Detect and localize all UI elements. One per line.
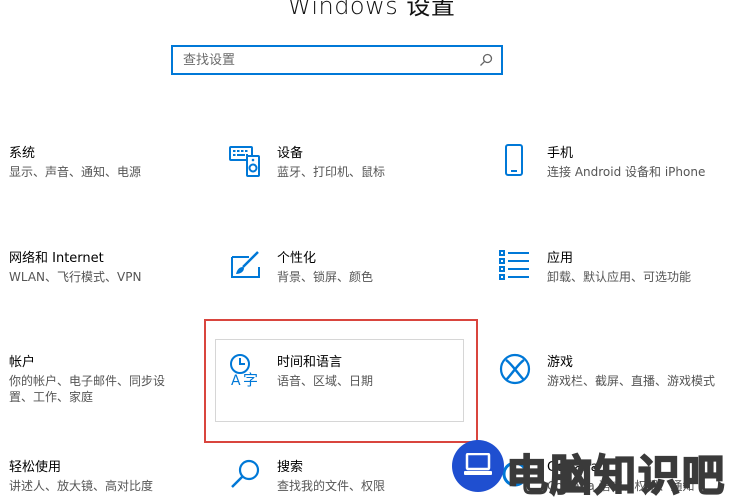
tile-desc: 卸载、默认应用、可选功能	[547, 270, 692, 284]
watermark: 电脑知识吧	[452, 440, 743, 501]
tile-desc: 你的帐户、电子邮件、同步设	[9, 374, 166, 388]
tile-desc: 查找我的文件、权限	[277, 479, 386, 493]
tile-name: 网络和 Internet	[9, 251, 104, 266]
tile-apps[interactable]: 应用 卸载、默认应用、可选功能	[499, 249, 691, 285]
tile-name: 手机	[547, 146, 574, 161]
tile-desc: 背景、锁屏、颜色	[277, 270, 374, 284]
laptop-icon	[464, 453, 492, 475]
search-input[interactable]	[173, 47, 473, 73]
devices-icon	[229, 144, 263, 178]
tile-name: 游戏	[547, 355, 574, 370]
tile-name: 应用	[547, 251, 574, 266]
xbox-icon	[499, 353, 533, 387]
tile-search[interactable]: 搜索 查找我的文件、权限	[229, 458, 385, 494]
tile-network[interactable]: 网络和 Internet WLAN、飞行模式、VPN	[9, 249, 141, 285]
tile-name: 帐户	[9, 355, 36, 370]
tile-desc: 讲述人、放大镜、高对比度	[9, 479, 154, 493]
search-icon[interactable]	[479, 53, 493, 67]
tile-ease-of-access[interactable]: 轻松使用 讲述人、放大镜、高对比度	[9, 458, 153, 494]
tile-desc: 连接 Android 设备和 iPhone	[547, 165, 706, 179]
watermark-text: 电脑知识吧	[505, 450, 727, 501]
tile-accounts[interactable]: 帐户 你的帐户、电子邮件、同步设 置、工作、家庭	[9, 353, 165, 405]
tile-name: 个性化	[277, 251, 317, 266]
phone-icon	[499, 144, 533, 178]
tile-name: 搜索	[277, 460, 304, 475]
paintbrush-icon	[229, 249, 263, 283]
search-box[interactable]	[171, 45, 503, 75]
search-icon	[229, 458, 263, 492]
page-title: Windows 设置	[287, 0, 456, 20]
tile-desc: 游戏栏、截屏、直播、游戏模式	[547, 374, 716, 388]
tile-phone[interactable]: 手机 连接 Android 设备和 iPhone	[499, 144, 705, 180]
tile-desc: 置、工作、家庭	[9, 390, 94, 404]
apps-list-icon	[499, 249, 533, 283]
tile-desc: 蓝牙、打印机、鼠标	[277, 165, 386, 179]
tile-name: 系统	[9, 146, 36, 161]
tile-name: 设备	[277, 146, 304, 161]
tile-system[interactable]: 系统 显示、声音、通知、电源	[9, 144, 141, 180]
watermark-logo	[452, 440, 504, 492]
tile-personalization[interactable]: 个性化 背景、锁屏、颜色	[229, 249, 373, 285]
tile-desc: 显示、声音、通知、电源	[9, 165, 142, 179]
tile-name: 轻松使用	[9, 460, 62, 475]
tile-devices[interactable]: 设备 蓝牙、打印机、鼠标	[229, 144, 385, 180]
tile-gaming[interactable]: 游戏 游戏栏、截屏、直播、游戏模式	[499, 353, 715, 389]
tile-desc: WLAN、飞行模式、VPN	[9, 270, 142, 284]
highlight-box	[204, 319, 478, 443]
